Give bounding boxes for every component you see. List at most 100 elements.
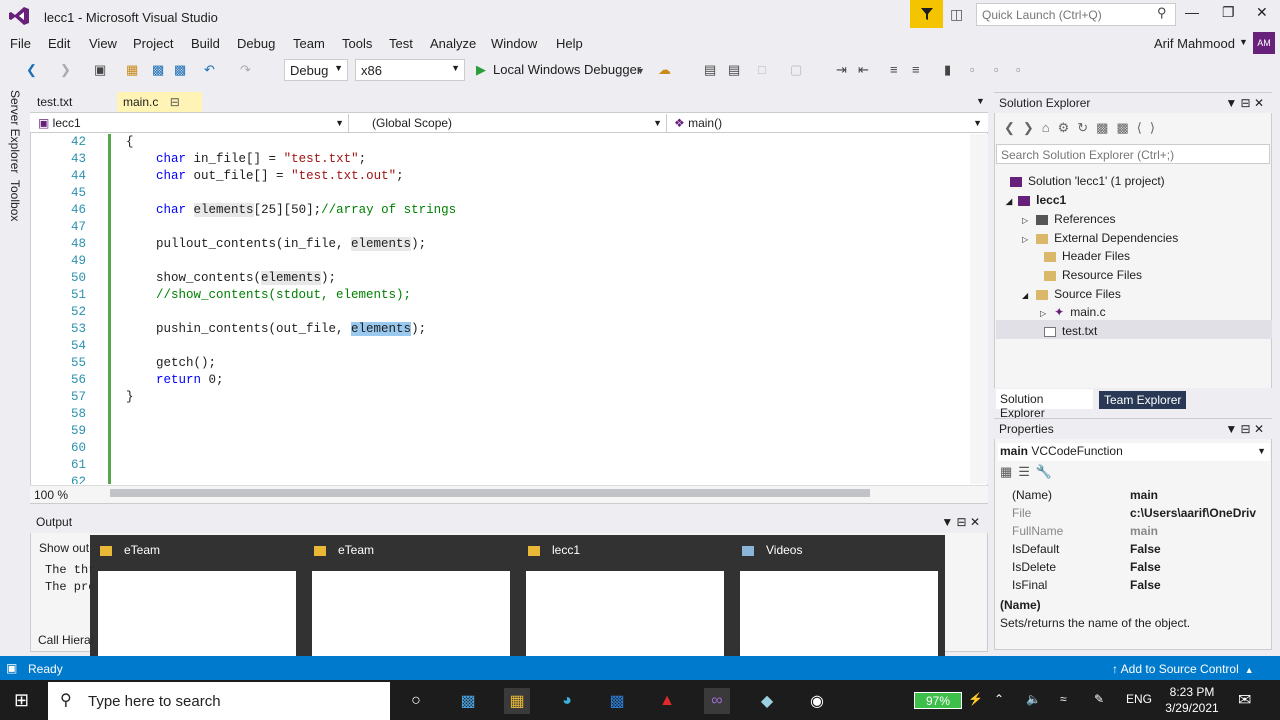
scope-dropdown[interactable]: (Global Scope) ▼ xyxy=(352,114,667,132)
indent-icon[interactable]: ⇥ xyxy=(836,62,847,78)
visual-studio-icon[interactable]: ∞ xyxy=(704,688,730,714)
tree-references[interactable]: ▷ References xyxy=(1022,212,1116,226)
solution-search-input[interactable]: Search Solution Explorer (Ctrl+;) xyxy=(996,144,1270,164)
tree-main-c[interactable]: ▷ ✦ main.c xyxy=(1040,305,1106,319)
forward-icon[interactable]: ❯ xyxy=(60,62,71,78)
menu-project[interactable]: Project xyxy=(133,36,173,51)
start-debugging-button[interactable]: Local Windows Debugger xyxy=(493,62,641,77)
chevron-down-icon[interactable]: ▼ xyxy=(636,66,645,76)
code-area[interactable]: 42 { 43 char in_file[] = "test.txt"; 44 c… xyxy=(30,134,970,484)
app-icon[interactable]: ◆ xyxy=(754,688,780,714)
zoom-level[interactable]: 100 % xyxy=(34,488,68,502)
tree-resource-files[interactable]: Resource Files xyxy=(1044,268,1142,282)
save-icon[interactable]: ▩ xyxy=(152,62,164,78)
menu-tools[interactable]: Tools xyxy=(342,36,372,51)
platform-dropdown[interactable]: x86 ▼ xyxy=(355,59,465,81)
properties-toolbar-icons[interactable]: ▦☰🔧 xyxy=(1000,464,1058,480)
chevron-down-icon[interactable]: ▼ xyxy=(976,96,985,106)
add-to-source-control[interactable]: ↑ Add to Source Control ▲ xyxy=(1112,662,1254,676)
menu-file[interactable]: File xyxy=(10,36,31,51)
format-icon[interactable]: ▢ xyxy=(790,62,802,78)
pin-icon[interactable]: ⊟ xyxy=(170,95,180,109)
start-debugging-icon[interactable]: ▶ xyxy=(476,62,486,78)
undo-icon[interactable]: ↶ xyxy=(204,62,215,78)
clock[interactable]: 8:23 PM 3/29/2021 xyxy=(1160,684,1224,716)
vertical-scrollbar[interactable] xyxy=(970,134,988,484)
server-explorer-tab[interactable]: Server Explorer xyxy=(8,90,22,173)
notifications-filter-icon[interactable] xyxy=(910,0,943,28)
find-in-files-icon[interactable]: ☁ xyxy=(658,62,671,78)
user-name[interactable]: Arif Mahmood xyxy=(1154,36,1235,51)
save-all-icon[interactable]: ▩ xyxy=(174,62,186,78)
minimize-button[interactable]: — xyxy=(1185,4,1199,20)
obs-icon[interactable]: ◉ xyxy=(804,688,830,714)
menu-view[interactable]: View xyxy=(89,36,117,51)
window-preview[interactable]: Videos xyxy=(736,535,948,673)
quick-launch-input[interactable]: Quick Launch (Ctrl+Q) xyxy=(976,3,1176,26)
configuration-dropdown[interactable]: Debug ▼ xyxy=(284,59,348,81)
window-preview[interactable]: lecc1 xyxy=(522,535,734,673)
property-row[interactable]: File c:\Users\aarif\OneDriv xyxy=(1010,506,1260,524)
open-file-icon[interactable]: ▦ xyxy=(126,62,138,78)
acrobat-icon[interactable]: ▲ xyxy=(654,688,680,714)
outdent-icon[interactable]: ⇤ xyxy=(858,62,869,78)
project-dropdown[interactable]: ▣ lecc1 ▼ xyxy=(34,114,349,132)
panel-controls-icon[interactable]: ▼ ⊟ ✕ xyxy=(1225,422,1264,436)
taskbar-search-input[interactable]: Type here to search xyxy=(48,682,390,720)
next-bookmark-icon[interactable]: ▫ xyxy=(994,62,999,77)
tab-solution-explorer[interactable]: Solution Explorer xyxy=(996,389,1093,420)
volume-icon[interactable]: 🔈 xyxy=(1026,692,1041,706)
clear-bookmarks-icon[interactable]: ▫ xyxy=(1016,62,1021,77)
bookmark-icon[interactable]: □ xyxy=(758,62,766,77)
menu-debug[interactable]: Debug xyxy=(237,36,275,51)
property-row[interactable]: IsDelete False xyxy=(1010,560,1260,578)
windows-start-icon[interactable]: ⊞ xyxy=(14,690,29,711)
show-hidden-icons[interactable]: ⌃ xyxy=(994,692,1004,706)
feedback-icon[interactable]: ◫ xyxy=(950,6,963,23)
battery-indicator[interactable]: 97% xyxy=(914,692,962,709)
tree-external-dependencies[interactable]: ▷ External Dependencies xyxy=(1022,231,1178,245)
file-explorer-icon[interactable]: ▦ xyxy=(504,688,530,714)
panel-controls-icon[interactable]: ▼ ⊟ ✕ xyxy=(941,515,980,529)
back-icon[interactable]: ❮ xyxy=(26,62,37,78)
step-icon[interactable]: ▤ xyxy=(728,62,740,78)
search-icon[interactable]: ⚲ xyxy=(1157,5,1167,21)
member-dropdown[interactable]: ❖ main() ▼ xyxy=(670,114,986,132)
word-icon[interactable]: ▩ xyxy=(604,688,630,714)
property-row[interactable]: IsDefault False xyxy=(1010,542,1260,560)
redo-icon[interactable]: ↷ xyxy=(240,62,251,78)
comment-icon[interactable]: ≡ xyxy=(890,62,898,77)
solution-toolbar-icons[interactable]: ❮❯⌂⚙↻▩▩⟨⟩ xyxy=(1004,120,1163,136)
tab-test-txt[interactable]: test.txt xyxy=(30,92,79,112)
menu-test[interactable]: Test xyxy=(389,36,413,51)
panel-controls-icon[interactable]: ▼ ⊟ ✕ xyxy=(1225,96,1264,110)
menu-edit[interactable]: Edit xyxy=(48,36,70,51)
chevron-down-icon[interactable]: ▼ xyxy=(1239,37,1248,47)
menu-help[interactable]: Help xyxy=(556,36,583,51)
tab-team-explorer[interactable]: Team Explorer xyxy=(1099,391,1187,409)
notifications-icon[interactable]: ✉ xyxy=(1238,690,1251,710)
edge-icon[interactable]: ◕ xyxy=(554,688,580,714)
restore-button[interactable]: ❐ xyxy=(1222,4,1235,21)
object-selector[interactable]: main VCCodeFunction ▼ xyxy=(998,443,1270,461)
toolbox-tab[interactable]: Toolbox xyxy=(8,180,22,221)
tree-test-txt[interactable]: test.txt xyxy=(996,320,1272,339)
property-row[interactable]: IsFinal False xyxy=(1010,578,1260,596)
language-indicator[interactable]: ENG xyxy=(1126,692,1152,706)
uncomment-icon[interactable]: ≡ xyxy=(912,62,920,77)
window-preview[interactable]: eTeam xyxy=(94,535,306,673)
avatar[interactable]: AM xyxy=(1253,32,1275,54)
power-plug-icon[interactable]: ⚡ xyxy=(968,692,983,706)
pen-icon[interactable]: ✎ xyxy=(1094,692,1104,706)
menu-build[interactable]: Build xyxy=(191,36,220,51)
tab-main-c[interactable]: main.c ⊟ ✕ xyxy=(117,92,202,123)
wifi-icon[interactable]: ≈ xyxy=(1060,692,1067,706)
tree-project[interactable]: ◢ lecc1 xyxy=(1006,193,1066,207)
toggle-bookmark-icon[interactable]: ▮ xyxy=(944,62,951,78)
breakpoint-icon[interactable]: ▤ xyxy=(704,62,716,78)
window-preview[interactable]: eTeam xyxy=(308,535,520,673)
menu-window[interactable]: Window xyxy=(491,36,537,51)
prev-bookmark-icon[interactable]: ▫ xyxy=(970,62,975,77)
property-row[interactable]: (Name) main xyxy=(1010,488,1260,506)
tree-source-files[interactable]: ◢ Source Files xyxy=(1022,287,1121,301)
